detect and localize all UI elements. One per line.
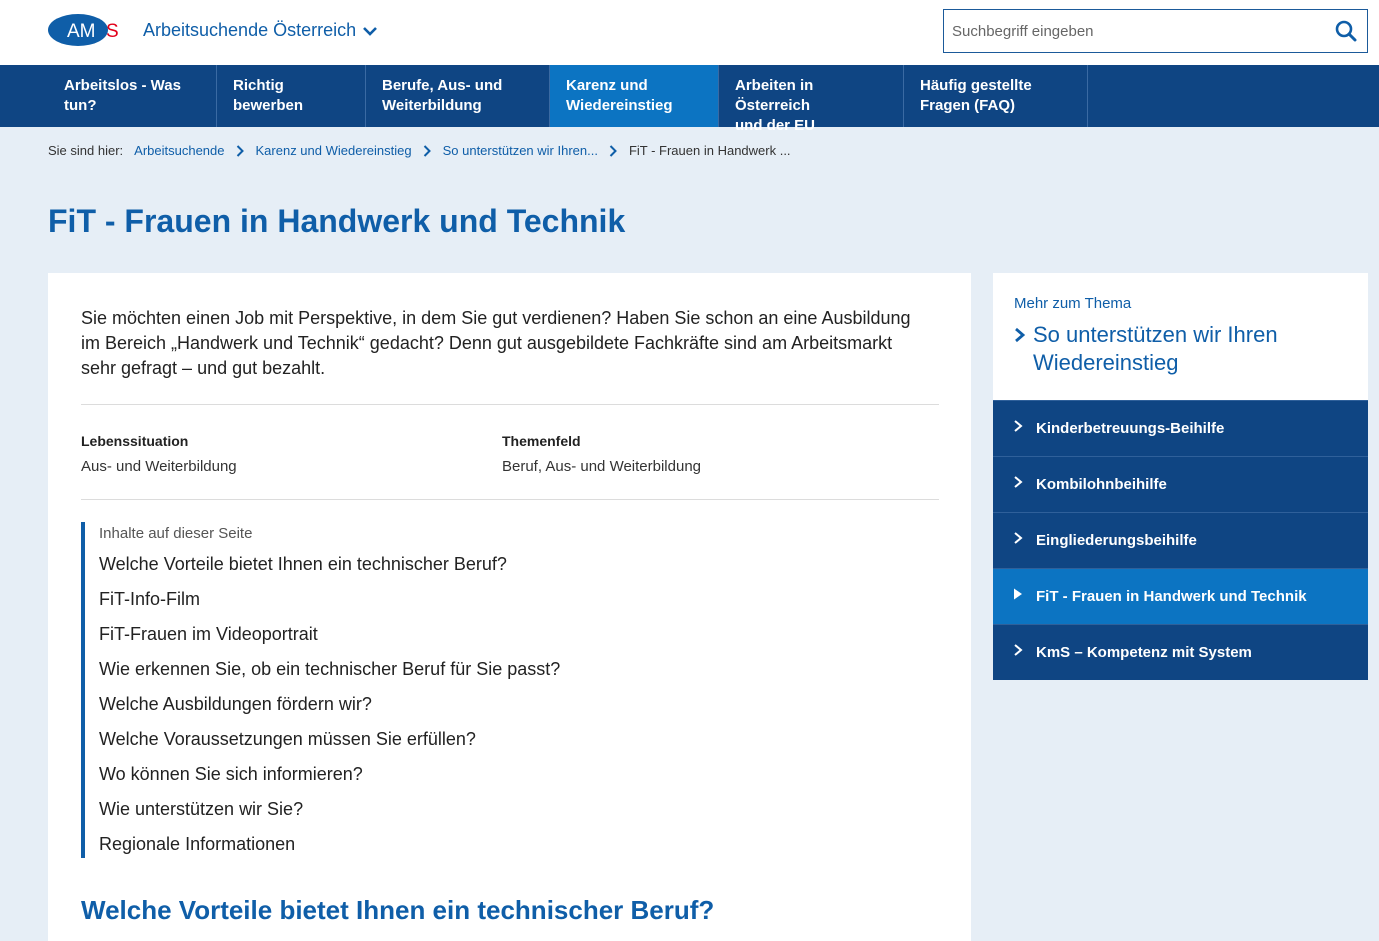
toc-link[interactable]: Welche Vorteile bietet Ihnen ein technis…	[99, 552, 681, 587]
logo-text-s: S	[106, 21, 119, 42]
breadcrumb: Sie sind hier: Arbeitsuchende Karenz und…	[48, 143, 791, 158]
sidebar-item-label: KmS – Kompetenz mit System	[1036, 644, 1252, 661]
sidebar-item-label: Kinderbetreuungs-Beihilfe	[1036, 420, 1225, 437]
nav-item-label: und der EU	[735, 117, 816, 134]
toc-link[interactable]: Wie unterstützen wir Sie?	[99, 797, 681, 832]
chevron-right-icon	[236, 144, 244, 157]
toc-link[interactable]: Welche Voraussetzungen müssen Sie erfüll…	[99, 727, 681, 762]
breadcrumb-link-unterstuetzen[interactable]: So unterstützen wir Ihren...	[443, 143, 598, 158]
toc-link[interactable]: FiT-Info-Film	[99, 587, 681, 622]
sidebar-item-label: Kombilohnbeihilfe	[1036, 476, 1167, 493]
section-heading: Welche Vorteile bietet Ihnen ein technis…	[81, 895, 715, 925]
nav-item-arbeiten-eu[interactable]: Arbeiten in Österreich und der EU	[719, 65, 904, 134]
search-icon	[1335, 20, 1357, 42]
chevron-right-icon	[1014, 643, 1023, 656]
nav-item-weiterbildung[interactable]: Berufe, Aus- und Weiterbildung	[366, 65, 550, 127]
toc-link[interactable]: Wie erkennen Sie, ob ein technischer Ber…	[99, 657, 681, 692]
chevron-right-icon	[423, 144, 431, 157]
chevron-right-icon	[1015, 327, 1026, 343]
topic-label: Themenfeld	[502, 433, 581, 449]
sidebar-item-label: FiT - Frauen in Handwerk und Technik	[1036, 588, 1307, 605]
site-switch[interactable]: Arbeitsuchende Österreich	[143, 20, 378, 41]
search-input[interactable]	[944, 10, 1325, 52]
sidebar-header: Mehr zum Thema So unterstützen wir Ihren…	[993, 273, 1368, 400]
sidebar-main-link[interactable]: So unterstützen wir Ihren Wiedereinstieg	[1014, 321, 1347, 377]
breadcrumb-label: Sie sind hier:	[48, 143, 124, 158]
sidebar-item-eingliederung[interactable]: Eingliederungsbeihilfe	[993, 512, 1368, 568]
nav-item-label: Wiedereinstieg	[566, 97, 673, 114]
table-of-contents: Inhalte auf dieser Seite Welche Vorteile…	[81, 522, 681, 858]
toc-link[interactable]: Regionale Informationen	[99, 832, 681, 867]
sidebar-main-link-label: So unterstützen wir Ihren	[1033, 322, 1278, 347]
ams-logo[interactable]: AM S	[48, 13, 122, 47]
nav-item-label: bewerben	[233, 97, 304, 114]
sidebar-item-kombilohn[interactable]: Kombilohnbeihilfe	[993, 456, 1368, 512]
toc-title: Inhalte auf dieser Seite	[99, 525, 253, 542]
sidebar-item-fit[interactable]: FiT - Frauen in Handwerk und Technik	[993, 568, 1368, 624]
breadcrumb-link-arbeitsuchende[interactable]: Arbeitsuchende	[134, 143, 224, 158]
nav-item-karenz[interactable]: Karenz und Wiedereinstieg	[550, 65, 719, 127]
chevron-right-icon	[1014, 419, 1023, 432]
divider	[81, 499, 939, 500]
chevron-right-icon	[1014, 475, 1023, 488]
site-header: AM S Arbeitsuchende Österreich	[0, 0, 1379, 65]
nav-item-label: Fragen (FAQ)	[920, 97, 1016, 114]
chevron-right-icon	[1014, 531, 1023, 544]
intro-text: Sie möchten einen Job mit Perspektive, i…	[81, 308, 911, 378]
nav-item-faq[interactable]: Häufig gestellte Fragen (FAQ)	[904, 65, 1088, 127]
nav-item-label: tun?	[64, 97, 97, 114]
sidebar-item-label: Eingliederungsbeihilfe	[1036, 532, 1197, 549]
chevron-down-icon	[363, 26, 378, 36]
page-title: FiT - Frauen in Handwerk und Technik	[48, 203, 626, 239]
chevron-right-icon	[609, 144, 617, 157]
nav-item-label: Richtig	[233, 77, 284, 94]
sidebar-item-kinderbetreuung[interactable]: Kinderbetreuungs-Beihilfe	[993, 400, 1368, 456]
breadcrumb-link-karenz[interactable]: Karenz und Wiedereinstieg	[256, 143, 412, 158]
logo-text-am: AM	[67, 21, 96, 42]
nav-item-bewerben[interactable]: Richtig bewerben	[217, 65, 366, 127]
main-content-card: Sie möchten einen Job mit Perspektive, i…	[48, 273, 971, 941]
nav-item-label: Berufe, Aus- und	[382, 77, 503, 94]
nav-item-label: Arbeitslos - Was	[64, 77, 181, 94]
nav-item-label: Arbeiten in Österreich	[735, 77, 814, 114]
sidebar: Mehr zum Thema So unterstützen wir Ihren…	[993, 273, 1368, 680]
sidebar-item-kms[interactable]: KmS – Kompetenz mit System	[993, 624, 1368, 680]
toc-link[interactable]: Welche Ausbildungen fördern wir?	[99, 692, 681, 727]
triangle-right-icon	[1014, 588, 1022, 599]
nav-item-label: Weiterbildung	[382, 97, 482, 114]
toc-link[interactable]: Wo können Sie sich informieren?	[99, 762, 681, 797]
topic-value: Beruf, Aus- und Weiterbildung	[502, 458, 702, 475]
search-button[interactable]	[1325, 10, 1367, 52]
nav-item-label: Häufig gestellte	[920, 77, 1032, 94]
situation-value: Aus- und Weiterbildung	[81, 458, 237, 475]
breadcrumb-current: FiT - Frauen in Handwerk ...	[628, 143, 791, 158]
site-switch-label: Arbeitsuchende Österreich	[143, 20, 357, 40]
search-box	[943, 9, 1368, 53]
situation-label: Lebenssituation	[81, 433, 189, 449]
sidebar-main-link-label: Wiedereinstieg	[1033, 350, 1179, 375]
divider	[81, 404, 939, 405]
toc-link[interactable]: FiT-Frauen im Videoportrait	[99, 622, 681, 657]
main-navigation: Arbeitslos - Was tun? Richtig bewerben B…	[0, 65, 1379, 134]
nav-item-arbeitslos[interactable]: Arbeitslos - Was tun?	[48, 65, 217, 127]
nav-item-label: Karenz und	[566, 77, 648, 94]
sidebar-more-label: Mehr zum Thema	[1014, 295, 1132, 312]
